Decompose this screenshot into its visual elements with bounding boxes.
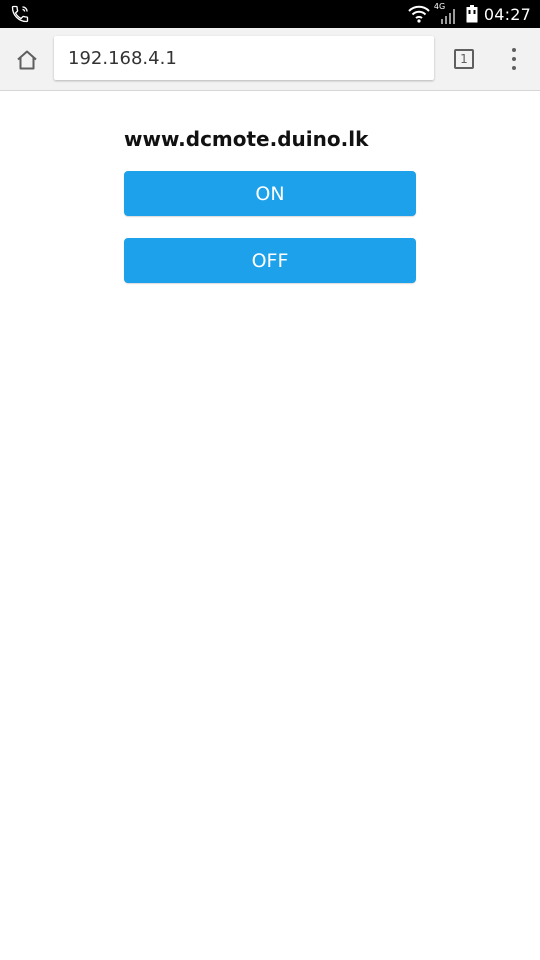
wifi-icon [408,5,430,23]
status-icons: 4G 04:27 [408,0,540,28]
on-button[interactable]: ON [124,171,416,216]
status-bar: 4G 04:27 [0,0,540,28]
home-button[interactable] [12,45,42,75]
address-bar[interactable]: 192.168.4.1 [54,36,434,80]
battery-icon [466,5,478,23]
page-title: www.dcmote.duino.lk [124,127,369,151]
url-text: 192.168.4.1 [68,47,177,69]
browser-toolbar: 192.168.4.1 1 [0,28,540,91]
tab-count: 1 [460,52,468,66]
phone-call-icon [11,5,29,23]
signal-icon [440,9,455,24]
more-menu-button[interactable] [506,46,522,72]
tabs-button[interactable]: 1 [454,49,474,69]
home-icon [17,50,37,70]
status-clock: 04:27 [483,4,531,24]
more-menu-icon [512,48,516,53]
mobile-signal: 4G [434,2,456,25]
off-button[interactable]: OFF [124,238,416,283]
web-page-content: www.dcmote.duino.lk ON OFF [0,91,540,960]
